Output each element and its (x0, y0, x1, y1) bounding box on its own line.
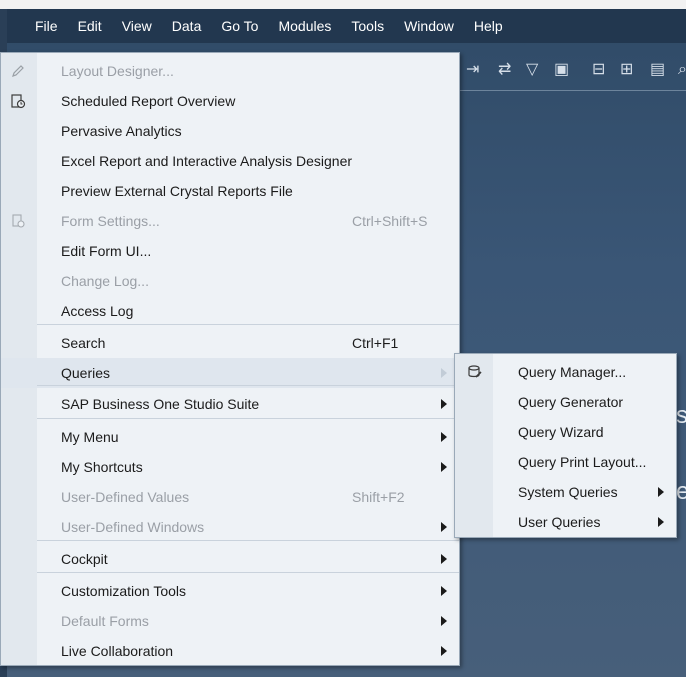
menu-item-cockpit[interactable]: Cockpit (1, 544, 459, 574)
tools-dropdown-menu: Layout Designer... Scheduled Report Overv… (0, 52, 460, 666)
submenu-arrow-icon (441, 522, 447, 532)
menu-item-label: Scheduled Report Overview (61, 93, 236, 109)
menu-item-label: Layout Designer... (61, 63, 174, 79)
menu-item-preview-external-crystal-reports-file[interactable]: Preview External Crystal Reports File (1, 176, 459, 206)
submenu-item-label: System Queries (518, 484, 618, 500)
menu-item-shortcut: Ctrl+F1 (352, 335, 399, 351)
menu-item-label: Customization Tools (61, 583, 187, 599)
menu-item-label: Live Collaboration (61, 643, 174, 659)
pencil-icon (10, 63, 26, 79)
submenu-item-user-queries[interactable]: User Queries (455, 507, 676, 537)
menu-item-default-forms: Default Forms (1, 606, 459, 636)
submenu-arrow-icon (441, 462, 447, 472)
submenu-item-system-queries[interactable]: System Queries (455, 477, 676, 507)
menu-item-user-defined-values: User-Defined Values Shift+F2 (1, 482, 459, 512)
background-text-2: e (676, 478, 686, 505)
menu-item-my-shortcuts[interactable]: My Shortcuts (1, 452, 459, 482)
swap-icon[interactable]: ⇄ (498, 60, 511, 80)
submenu-arrow-icon (441, 432, 447, 442)
search-icon[interactable]: ⌕ (678, 60, 686, 80)
menu-item-label: User-Defined Windows (61, 519, 205, 535)
menu-item-form-settings: Form Settings... Ctrl+Shift+S (1, 206, 459, 236)
menu-edit[interactable]: Edit (78, 18, 102, 34)
menu-item-access-log[interactable]: Access Log (1, 296, 459, 326)
menu-item-label: Preview External Crystal Reports File (61, 183, 293, 199)
next-record-icon[interactable]: ⇥ (466, 60, 479, 80)
menu-item-sap-business-one-studio-suite[interactable]: SAP Business One Studio Suite (1, 389, 459, 419)
menu-separator (37, 418, 459, 419)
menu-item-label: Excel Report and Interactive Analysis De… (61, 153, 353, 169)
base-document-icon[interactable]: ⊟ (592, 60, 605, 80)
menu-separator (37, 572, 459, 573)
window-top-strip (0, 0, 686, 9)
submenu-item-query-wizard[interactable]: Query Wizard (455, 417, 676, 447)
menu-window[interactable]: Window (404, 18, 454, 34)
menu-item-label: My Shortcuts (61, 459, 143, 475)
menu-item-label: My Menu (61, 429, 119, 445)
filter-icon[interactable]: ▽ (526, 60, 538, 80)
sort-icon[interactable]: ▣ (554, 60, 569, 80)
menu-item-label: Access Log (61, 303, 134, 319)
menu-item-label: Pervasive Analytics (61, 123, 182, 139)
menu-item-edit-form-ui[interactable]: Edit Form UI... (1, 236, 459, 266)
menu-separator (37, 324, 459, 325)
menu-item-shortcut: Ctrl+Shift+S (352, 213, 428, 229)
submenu-arrow-icon (441, 399, 447, 409)
menu-item-label: SAP Business One Studio Suite (61, 396, 260, 412)
submenu-item-label: Query Print Layout... (518, 454, 647, 470)
background-text-1: s (676, 402, 686, 429)
menu-separator (37, 385, 459, 386)
submenu-item-query-generator[interactable]: Query Generator (455, 387, 676, 417)
submenu-arrow-icon (441, 646, 447, 656)
menu-go-to[interactable]: Go To (221, 18, 258, 34)
menu-item-shortcut: Shift+F2 (352, 489, 405, 505)
menu-tools[interactable]: Tools (351, 18, 384, 34)
query-manager-icon (467, 364, 483, 380)
menu-item-user-defined-windows: User-Defined Windows (1, 512, 459, 542)
menu-item-search[interactable]: Search Ctrl+F1 (1, 328, 459, 358)
settings-document-icon[interactable]: ▤ (650, 60, 665, 80)
submenu-arrow-icon (441, 586, 447, 596)
menu-item-label: Change Log... (61, 273, 149, 289)
menu-item-excel-report-and-interactive-analysis-designer[interactable]: Excel Report and Interactive Analysis De… (1, 146, 459, 176)
submenu-item-label: Query Manager... (518, 364, 627, 380)
menu-item-live-collaboration[interactable]: Live Collaboration (1, 636, 459, 666)
menu-item-change-log: Change Log... (1, 266, 459, 296)
submenu-arrow-icon (658, 517, 664, 527)
menu-item-scheduled-report-overview[interactable]: Scheduled Report Overview (1, 86, 459, 116)
menu-item-label: Form Settings... (61, 213, 160, 229)
submenu-arrow-icon (441, 368, 447, 378)
menu-view[interactable]: View (122, 18, 152, 34)
menu-item-my-menu[interactable]: My Menu (1, 422, 459, 452)
menu-separator (37, 540, 459, 541)
submenu-item-query-manager[interactable]: Query Manager... (455, 357, 676, 387)
report-clock-icon (10, 93, 26, 109)
menu-item-queries[interactable]: Queries (1, 358, 459, 388)
form-settings-icon (10, 213, 26, 229)
toolbar: ⇥ ⇄ ▽ ▣ ⊟ ⊞ ▤ ⌕ (460, 52, 686, 91)
menu-file[interactable]: File (35, 18, 58, 34)
menu-item-layout-designer: Layout Designer... (1, 56, 459, 86)
menu-item-customization-tools[interactable]: Customization Tools (1, 576, 459, 606)
queries-submenu: Query Manager... Query Generator Query Wiz… (454, 353, 677, 538)
menu-item-label: Search (61, 335, 106, 351)
menu-item-label: Edit Form UI... (61, 243, 152, 259)
menu-item-label: User-Defined Values (61, 489, 190, 505)
submenu-item-label: Query Wizard (518, 424, 604, 440)
menu-item-label: Queries (61, 365, 111, 381)
menu-item-label: Cockpit (61, 551, 108, 567)
submenu-arrow-icon (658, 487, 664, 497)
menu-modules[interactable]: Modules (278, 18, 331, 34)
submenu-item-label: User Queries (518, 514, 601, 530)
menu-data[interactable]: Data (172, 18, 202, 34)
main-menubar: File Edit View Data Go To Modules Tools … (7, 9, 686, 43)
menu-item-pervasive-analytics[interactable]: Pervasive Analytics (1, 116, 459, 146)
menu-help[interactable]: Help (474, 18, 503, 34)
submenu-arrow-icon (441, 554, 447, 564)
submenu-item-query-print-layout[interactable]: Query Print Layout... (455, 447, 676, 477)
submenu-item-label: Query Generator (518, 394, 624, 410)
submenu-arrow-icon (441, 616, 447, 626)
menu-item-label: Default Forms (61, 613, 149, 629)
target-document-icon[interactable]: ⊞ (620, 60, 633, 80)
